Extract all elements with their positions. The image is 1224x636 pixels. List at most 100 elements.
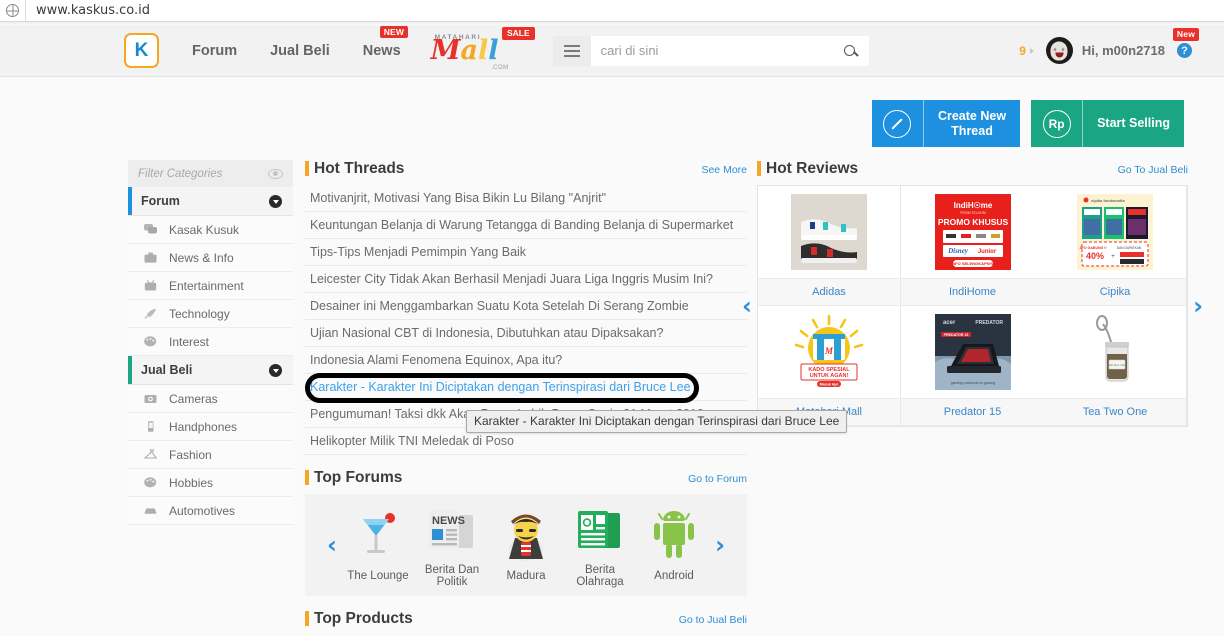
indihome-promo-banner: IndiH☉me FROM TELKOM PROMO KHUSUS Disney… (901, 186, 1044, 278)
acer-predator-laptop: acer PREDATOR PREDATOR 15 gaming noteboo… (901, 306, 1044, 398)
thread-item[interactable]: Leicester City Tidak Akan Berhasil Menja… (305, 266, 747, 293)
phone-icon (144, 421, 158, 432)
go-to-jual-beli-link[interactable]: Go To Jual Beli (1118, 164, 1188, 176)
notification-count[interactable]: 9 (1019, 44, 1026, 58)
sidebar-item-news-info[interactable]: News & Info (128, 244, 293, 272)
action-buttons: Create New Thread Rp Start Selling (871, 100, 1184, 147)
eye-icon[interactable] (268, 168, 283, 179)
sneakers-photo (758, 186, 900, 278)
forum-card-madura[interactable]: Madura (489, 508, 563, 582)
search-button[interactable] (831, 36, 869, 66)
chevron-left-icon[interactable]: ‹ (742, 294, 752, 318)
top-forums-title: Top Forums (314, 469, 403, 486)
avatar[interactable] (1045, 37, 1073, 64)
forum-card-the-lounge[interactable]: The Lounge (341, 508, 415, 582)
sale-badge: SALE (501, 26, 535, 40)
thread-item[interactable]: Desainer ini Menggambarkan Suatu Kota Se… (305, 293, 747, 320)
hot-reviews-header: Hot Reviews Go To Jual Beli (757, 160, 1188, 178)
review-card-label[interactable]: Tea Two One (1044, 398, 1186, 426)
url-input[interactable]: www.kaskus.co.id (26, 3, 150, 18)
sidebar-group-forum[interactable]: Forum (128, 187, 293, 216)
top-forums-header: Top Forums Go to Forum (305, 469, 747, 487)
create-new-thread-button[interactable]: Create New Thread (871, 100, 1021, 147)
matahari-mall-logo[interactable]: MATAHARI Mall .COM SALE (431, 26, 535, 71)
sidebar: Forum Kasak Kusuk News & Info Entertainm… (128, 160, 293, 635)
search-input[interactable] (590, 36, 831, 65)
avatar-face (1050, 41, 1068, 61)
mall-letter-l1: l (478, 34, 489, 66)
sidebar-item-handphones[interactable]: Handphones (128, 413, 293, 441)
rupiah-icon: Rp (1031, 100, 1084, 147)
chevron-right-icon[interactable]: › (715, 533, 725, 557)
site-header: K Forum Jual Beli NEW News MATAHARI Mall… (0, 25, 1224, 77)
sidebar-item-label: Kasak Kusuk (169, 222, 240, 237)
start-selling-button[interactable]: Rp Start Selling (1031, 100, 1184, 147)
forum-card-berita-dan-politik[interactable]: NEWS Berita Dan Politik (415, 502, 489, 588)
chevron-left-icon[interactable]: ‹ (327, 533, 337, 557)
forum-card-android[interactable]: Android (637, 508, 711, 582)
chevron-right-icon[interactable]: › (1193, 294, 1203, 318)
chevron-right-icon (1029, 47, 1034, 54)
sidebar-item-automotives[interactable]: Automotives (128, 497, 293, 525)
forum-card-berita-olahraga[interactable]: Berita Olahraga (563, 502, 637, 588)
forum-card-label: Berita Dan Politik (424, 564, 480, 588)
sidebar-item-entertainment[interactable]: Entertainment (128, 272, 293, 300)
cocktail-glass-icon (341, 508, 415, 564)
nav-item-news[interactable]: NEW News (363, 25, 409, 59)
svg-text:IndiH☉me: IndiH☉me (953, 201, 992, 210)
android-robot-icon (637, 508, 711, 564)
review-card-label[interactable]: Adidas (758, 278, 900, 306)
sidebar-item-fashion[interactable]: Fashion (128, 441, 293, 469)
user-greeting[interactable]: New Hi, m00n2718 (1082, 28, 1199, 58)
filter-categories-input[interactable] (138, 167, 258, 180)
thread-item[interactable]: Indonesia Alami Fenomena Equinox, Apa it… (305, 347, 747, 374)
nav-item-forum[interactable]: Forum (192, 43, 237, 59)
avatar-eye-left (1053, 47, 1057, 52)
svg-text:Disney: Disney (947, 247, 969, 255)
sidebar-item-label: Automotives (169, 503, 236, 518)
sidebar-group-label: Jual Beli (141, 363, 193, 377)
go-to-jual-beli-link[interactable]: Go to Jual Beli (679, 614, 747, 626)
pencil-icon (872, 100, 924, 147)
sidebar-item-technology[interactable]: Technology (128, 300, 293, 328)
browser-address-bar: www.kaskus.co.id (0, 0, 1224, 22)
review-card-predator-15[interactable]: acer PREDATOR PREDATOR 15 gaming noteboo… (901, 306, 1044, 426)
review-card-cipika[interactable]: cipika bookmedia AYO GABUNG !! DAN DAPAT… (1044, 186, 1187, 306)
sidebar-item-label: Hobbies (169, 475, 214, 490)
mall-letter-a: a (460, 34, 479, 66)
search-bar (552, 35, 869, 66)
forum-card-label: Android (654, 570, 694, 582)
svg-text:gaming notebook ke garang: gaming notebook ke garang (950, 381, 995, 385)
see-more-link[interactable]: See More (701, 164, 747, 176)
svg-text:Masuk Aja!: Masuk Aja! (820, 383, 839, 387)
review-card-adidas[interactable]: Adidas (758, 186, 901, 306)
thread-item[interactable]: Motivanjrit, Motivasi Yang Bisa Bikin Lu… (305, 185, 747, 212)
svg-text:UNTUK AGAN!: UNTUK AGAN! (810, 373, 849, 379)
sidebar-item-interest[interactable]: Interest (128, 328, 293, 356)
thread-item-highlighted[interactable]: Karakter - Karakter Ini Diciptakan denga… (305, 374, 747, 401)
help-icon[interactable]: ? (1177, 43, 1192, 58)
sidebar-item-hobbies[interactable]: Hobbies (128, 469, 293, 497)
sidebar-item-kasak-kusuk[interactable]: Kasak Kusuk (128, 216, 293, 244)
review-card-label[interactable]: Cipika (1044, 278, 1186, 306)
review-card-indihome[interactable]: IndiH☉me FROM TELKOM PROMO KHUSUS Disney… (901, 186, 1044, 306)
top-products-title: Top Products (314, 610, 413, 627)
thread-item[interactable]: Ujian Nasional CBT di Indonesia, Dibutuh… (305, 320, 747, 347)
go-to-forum-link[interactable]: Go to Forum (688, 473, 747, 485)
sidebar-item-cameras[interactable]: Cameras (128, 385, 293, 413)
review-card-label[interactable]: IndiHome (901, 278, 1044, 306)
review-card-label[interactable]: Predator 15 (901, 398, 1044, 426)
sidebar-group-jual-beli[interactable]: Jual Beli (128, 356, 293, 385)
review-card-matahari-mall[interactable]: M KADO SPESIAL UNTUK AGAN! Masuk Aja! Ma… (758, 306, 901, 426)
review-card-tea-two-one[interactable]: Tea Two One Tea Two One (1044, 306, 1187, 426)
nav-item-jual-beli[interactable]: Jual Beli (270, 43, 330, 59)
site-info-button[interactable] (0, 0, 26, 22)
kaskus-logo[interactable]: K (124, 33, 159, 68)
top-forums-carousel: ‹ The Lounge NEWS Berita Dan Politik Mad… (305, 494, 747, 596)
thread-item[interactable]: Keuntungan Belanja di Warung Tetangga di… (305, 212, 747, 239)
hamburger-icon[interactable] (552, 35, 591, 66)
forum-card-label: Berita Olahraga (576, 564, 624, 588)
new-badge: NEW (379, 25, 409, 38)
thread-item[interactable]: Tips-Tips Menjadi Pemimpin Yang Baik (305, 239, 747, 266)
svg-text:cipika bookmedia: cipika bookmedia (1091, 198, 1125, 203)
